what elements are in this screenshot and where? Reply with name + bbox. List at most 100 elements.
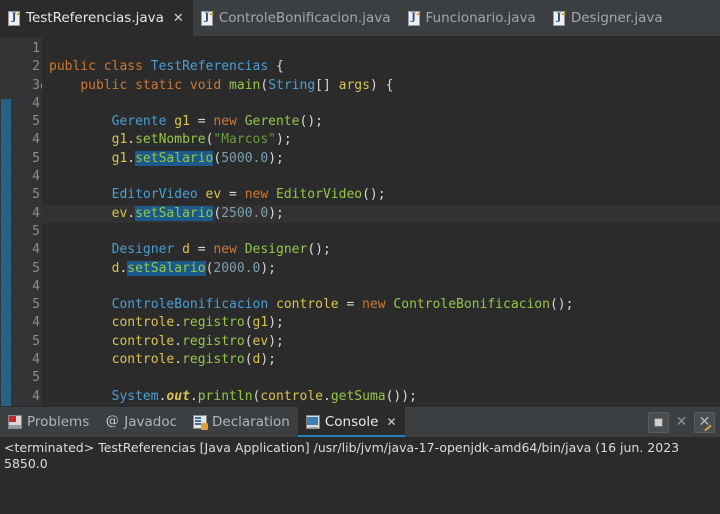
javadoc-icon: @ xyxy=(105,414,119,429)
line-number: 2 xyxy=(12,58,42,76)
code-line[interactable]: ev.setSalario(2500.0); xyxy=(42,204,720,223)
code-line[interactable]: g1.setNombre("Marcos"); xyxy=(42,131,720,149)
code-line[interactable]: EditorVideo ev = new EditorVideo(); xyxy=(42,186,720,204)
remove-launch-button[interactable]: ✕ xyxy=(671,412,692,433)
code-token: ( xyxy=(244,315,253,331)
code-token: String xyxy=(268,77,316,93)
panel-tab-javadoc[interactable]: @ Javadoc xyxy=(97,407,185,437)
line-number: 4 xyxy=(12,205,42,223)
code-token: = xyxy=(338,297,363,313)
editor-tab-1[interactable]: ControleBonificacion.java xyxy=(193,0,400,36)
code-token: g1 xyxy=(252,315,269,331)
code-token: ); xyxy=(268,333,284,349)
code-token: public xyxy=(49,59,96,75)
line-number: 5 xyxy=(12,260,42,278)
code-line[interactable] xyxy=(42,223,720,241)
code-token: ); xyxy=(268,315,284,331)
panel-tab-label: Declaration xyxy=(212,414,290,430)
code-token: main xyxy=(229,77,261,93)
code-token: g1 xyxy=(174,114,190,130)
code-token: registro xyxy=(182,315,245,331)
occurrence-annotation-marker[interactable] xyxy=(1,99,11,406)
code-line[interactable]: ControleBonificacion controle = new Cont… xyxy=(42,296,720,314)
code-line[interactable]: controle.registro(d); xyxy=(42,351,720,369)
code-line[interactable]: Gerente g1 = new Gerente(); xyxy=(42,113,720,131)
code-line[interactable]: public static void main(String[] args) { xyxy=(42,77,720,95)
code-line[interactable]: d.setSalario(2000.0); xyxy=(42,260,720,278)
code-token: new xyxy=(213,242,237,258)
code-line[interactable]: controle.registro(ev); xyxy=(42,333,720,351)
code-token: ( xyxy=(244,352,253,368)
line-number-text: 4 xyxy=(32,352,40,368)
line-number: 4 xyxy=(12,95,42,113)
editor-tab-3[interactable]: Designer.java xyxy=(545,0,672,36)
line-number: 3 xyxy=(12,77,42,95)
line-number-text: 3 xyxy=(32,77,40,93)
code-token: controle xyxy=(111,352,175,368)
problems-icon xyxy=(8,415,22,429)
code-token: setSalario xyxy=(135,205,214,221)
code-line[interactable] xyxy=(42,369,720,387)
console-output[interactable]: <terminated> TestReferencias [Java Appli… xyxy=(0,437,720,514)
code-token: . xyxy=(174,333,183,349)
editor-tab-bar: TestReferencias.java ✕ ControleBonificacio… xyxy=(0,0,720,37)
declaration-icon xyxy=(193,415,209,430)
annotation-ruler[interactable] xyxy=(0,37,12,406)
code-token: = xyxy=(221,187,245,203)
line-number-text: 4 xyxy=(32,242,40,258)
panel-tab-label: Javadoc xyxy=(124,414,178,430)
code-token: . xyxy=(189,388,198,404)
code-line[interactable] xyxy=(42,40,720,58)
panel-toolbar: ✕ ✕ xyxy=(648,407,720,437)
code-token: out xyxy=(166,388,190,404)
code-line[interactable]: Designer d = new Designer(); xyxy=(42,241,720,259)
editor-tab-2[interactable]: Funcionario.java xyxy=(400,0,545,36)
editor-tab-close-icon[interactable]: ✕ xyxy=(173,12,184,25)
line-number: 4 xyxy=(12,131,42,149)
code-token: ); xyxy=(268,205,284,221)
code-line[interactable] xyxy=(42,168,720,186)
code-editor[interactable]: 1234545454545454545453 public class Test… xyxy=(0,37,720,406)
code-content[interactable]: public class TestReferencias { public st… xyxy=(42,37,720,406)
line-number: 4 xyxy=(12,241,42,259)
terminate-button[interactable] xyxy=(648,411,669,433)
line-number-text: 4 xyxy=(32,205,40,221)
code-token: . xyxy=(127,150,136,166)
code-token: setNombre xyxy=(135,132,206,148)
panel-tab-problems[interactable]: Problems xyxy=(0,407,97,437)
code-token: Gerente xyxy=(244,114,300,130)
x-hammer-icon: ✕ xyxy=(698,414,711,430)
editor-tab-0[interactable]: TestReferencias.java ✕ xyxy=(0,0,193,36)
code-line[interactable]: controle.registro(g1); xyxy=(42,314,720,332)
line-number-text: 5 xyxy=(32,150,40,166)
code-line[interactable]: g1.setSalario(5000.0); xyxy=(42,150,720,168)
code-line[interactable]: System.out.println(controle.getSuma()); xyxy=(42,388,720,406)
code-token: registro xyxy=(182,352,245,368)
code-token: new xyxy=(362,297,386,313)
line-number: 5 xyxy=(12,113,42,131)
code-line[interactable]: public class TestReferencias { xyxy=(42,58,720,76)
remove-all-terminated-button[interactable]: ✕ xyxy=(694,411,715,433)
line-number: 5 xyxy=(12,186,42,204)
code-token: ev xyxy=(205,187,222,203)
panel-tab-close-icon[interactable]: ✕ xyxy=(386,416,396,428)
code-token: . xyxy=(127,132,136,148)
code-line[interactable] xyxy=(42,95,720,113)
panel-tab-console[interactable]: Console ✕ xyxy=(297,407,405,437)
code-token: void xyxy=(189,77,222,93)
code-token: ControleBonificacion xyxy=(111,297,269,313)
line-number: 4 xyxy=(12,351,42,369)
panel-tab-declaration[interactable]: Declaration xyxy=(185,407,298,437)
code-line[interactable] xyxy=(42,278,720,296)
code-token: static xyxy=(135,77,183,93)
java-file-icon xyxy=(200,10,213,26)
code-token: . xyxy=(322,388,331,404)
code-token: class xyxy=(103,59,143,75)
